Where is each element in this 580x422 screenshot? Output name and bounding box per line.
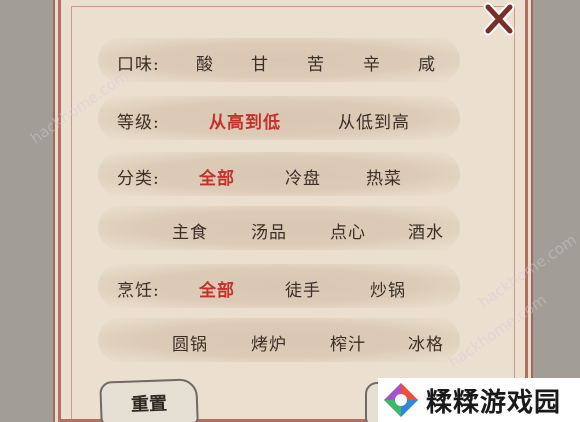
cooking-option-round-pot[interactable]: 圆锅 <box>172 330 208 355</box>
taste-option-sweet[interactable]: 甘 <box>251 50 269 75</box>
close-button[interactable] <box>482 2 516 36</box>
reset-button-label: 重置 <box>130 393 168 416</box>
backdrop-left <box>0 0 60 422</box>
taste-label: 口味: <box>117 55 160 75</box>
category-option-staple[interactable]: 主食 <box>172 218 208 243</box>
site-logo: 糅糅游戏园 <box>378 378 580 422</box>
category-label: 分类: <box>117 169 160 189</box>
category-option-dessert[interactable]: 点心 <box>330 218 366 243</box>
reset-button[interactable]: 重置 <box>99 378 199 422</box>
close-x-icon <box>483 2 515 36</box>
category-option-hot-dish[interactable]: 热菜 <box>366 164 402 189</box>
backdrop-right <box>520 0 580 422</box>
cooking-label: 烹饪: <box>117 281 160 301</box>
category-option-drinks[interactable]: 酒水 <box>408 218 444 243</box>
cooking-option-juicer[interactable]: 榨汁 <box>330 330 366 355</box>
level-option-high-to-low[interactable]: 从高到低 <box>209 108 281 133</box>
cooking-option-all[interactable]: 全部 <box>199 276 235 301</box>
level-label: 等级: <box>117 113 160 133</box>
logo-text: 糅糅游戏园 <box>426 387 562 418</box>
cooking-option-oven[interactable]: 烤炉 <box>251 330 287 355</box>
taste-option-sour[interactable]: 酸 <box>196 50 214 75</box>
taste-option-salty[interactable]: 咸 <box>418 50 436 75</box>
taste-option-bitter[interactable]: 苦 <box>307 50 325 75</box>
level-option-low-to-high[interactable]: 从低到高 <box>338 108 410 133</box>
logo-mark-icon <box>384 383 418 417</box>
cooking-option-wok[interactable]: 炒锅 <box>370 276 406 301</box>
taste-option-spicy[interactable]: 辛 <box>363 50 381 75</box>
category-option-soup[interactable]: 汤品 <box>251 218 287 243</box>
cooking-option-ice-tray[interactable]: 冰格 <box>408 330 444 355</box>
category-option-cold-dish[interactable]: 冷盘 <box>285 164 321 189</box>
category-option-all[interactable]: 全部 <box>199 164 235 189</box>
cooking-option-bare-hand[interactable]: 徒手 <box>285 276 321 301</box>
